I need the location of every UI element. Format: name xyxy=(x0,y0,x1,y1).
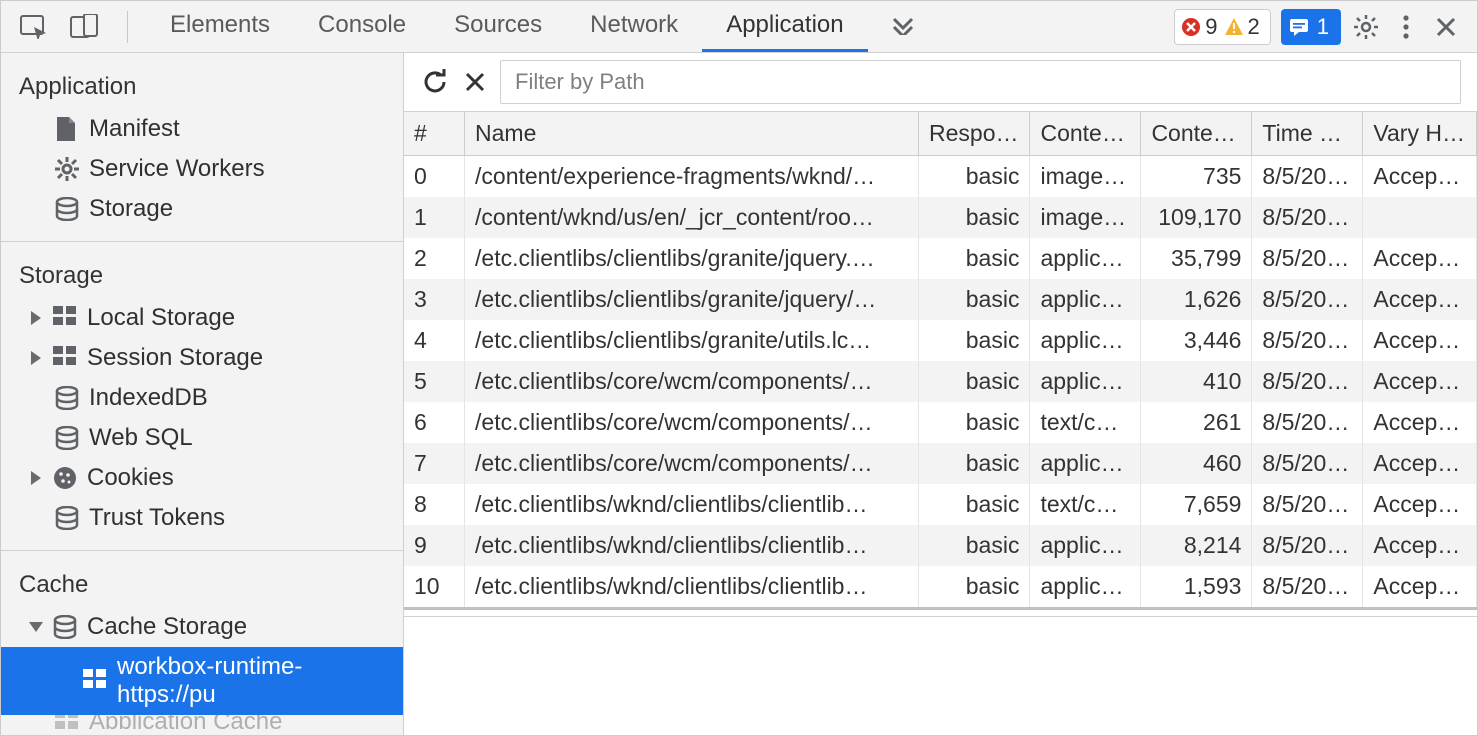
refresh-icon[interactable] xyxy=(420,67,450,97)
close-devtools-icon[interactable] xyxy=(1431,12,1461,42)
tab-network[interactable]: Network xyxy=(566,1,702,52)
message-count: 1 xyxy=(1317,14,1329,40)
sidebar-item-label: Trust Tokens xyxy=(89,504,225,532)
expand-arrow-icon[interactable] xyxy=(31,471,41,485)
devtools-toolbar: Elements Console Sources Network Applica… xyxy=(1,1,1477,53)
collapse-arrow-icon[interactable] xyxy=(29,622,43,632)
application-sidebar: Application Manifest Service Workers Sto… xyxy=(1,53,404,735)
settings-gear-icon[interactable] xyxy=(1351,12,1381,42)
table-row[interactable]: 3/etc.clientlibs/clientlibs/granite/jque… xyxy=(404,279,1477,320)
clear-icon[interactable] xyxy=(460,67,490,97)
sidebar-item-label: Storage xyxy=(89,195,173,223)
table-row[interactable]: 9/etc.clientlibs/wknd/clientlibs/clientl… xyxy=(404,525,1477,566)
database-icon xyxy=(55,386,79,410)
tabs-overflow-icon[interactable] xyxy=(868,1,938,52)
tab-elements[interactable]: Elements xyxy=(146,1,294,52)
tab-application[interactable]: Application xyxy=(702,1,867,52)
table-row[interactable]: 8/etc.clientlibs/wknd/clientlibs/clientl… xyxy=(404,484,1477,525)
sidebar-item-local-storage[interactable]: Local Storage xyxy=(1,298,403,338)
table-resize-bar[interactable] xyxy=(404,607,1477,616)
grid-icon xyxy=(55,715,79,729)
sidebar-item-label: Web SQL xyxy=(89,424,193,452)
sidebar-item-label: Application Cache xyxy=(89,715,282,729)
database-icon xyxy=(55,197,79,221)
table-row[interactable]: 2/etc.clientlibs/clientlibs/granite/jque… xyxy=(404,238,1477,279)
group-application-title: Application xyxy=(1,63,403,109)
file-icon xyxy=(55,117,79,141)
messages-badge[interactable]: 1 xyxy=(1281,9,1341,45)
group-cache-title: Cache xyxy=(1,561,403,607)
sidebar-item-label: Service Workers xyxy=(89,155,265,183)
expand-arrow-icon[interactable] xyxy=(31,311,41,325)
sidebar-item-label: Manifest xyxy=(89,115,180,143)
warning-count: 2 xyxy=(1248,14,1260,40)
col-response-type[interactable]: Respo… xyxy=(919,112,1030,156)
group-storage-title: Storage xyxy=(1,252,403,298)
sidebar-item-label: Session Storage xyxy=(87,344,263,372)
error-count: 9 xyxy=(1205,14,1217,40)
database-icon xyxy=(55,506,79,530)
table-row[interactable]: 7/etc.clientlibs/core/wcm/components/…ba… xyxy=(404,443,1477,484)
error-warning-badge[interactable]: 9 2 xyxy=(1174,9,1271,45)
col-vary-header[interactable]: Vary H… xyxy=(1363,112,1477,156)
col-content-type[interactable]: Conte… xyxy=(1030,112,1141,156)
cookie-icon xyxy=(53,466,77,490)
database-icon xyxy=(55,426,79,450)
sidebar-item-storage[interactable]: Storage xyxy=(1,189,403,229)
sidebar-item-app-cache[interactable]: Application Cache xyxy=(1,715,403,729)
table-row[interactable]: 5/etc.clientlibs/core/wcm/components/…ba… xyxy=(404,361,1477,402)
database-icon xyxy=(53,615,77,639)
tab-sources[interactable]: Sources xyxy=(430,1,566,52)
grid-icon xyxy=(53,346,77,370)
preview-pane xyxy=(404,616,1477,735)
kebab-menu-icon[interactable] xyxy=(1391,12,1421,42)
sidebar-item-cookies[interactable]: Cookies xyxy=(1,458,403,498)
gear-icon xyxy=(55,157,79,181)
sidebar-item-label: Cookies xyxy=(87,464,174,492)
sidebar-item-websql[interactable]: Web SQL xyxy=(1,418,403,458)
grid-icon xyxy=(83,669,107,693)
table-row[interactable]: 4/etc.clientlibs/clientlibs/granite/util… xyxy=(404,320,1477,361)
col-name[interactable]: Name xyxy=(465,112,919,156)
cache-detail-panel: # Name Respo… Conte… Conte… Time … Vary … xyxy=(404,53,1477,735)
col-content-length[interactable]: Conte… xyxy=(1141,112,1252,156)
sidebar-item-manifest[interactable]: Manifest xyxy=(1,109,403,149)
sidebar-item-indexeddb[interactable]: IndexedDB xyxy=(1,378,403,418)
table-row[interactable]: 0/content/experience-fragments/wknd/…bas… xyxy=(404,156,1477,198)
inspect-icon[interactable] xyxy=(19,12,49,42)
col-time-cached[interactable]: Time … xyxy=(1252,112,1363,156)
table-row[interactable]: 1/content/wknd/us/en/_jcr_content/roo…ba… xyxy=(404,197,1477,238)
filter-input[interactable] xyxy=(500,60,1461,104)
table-row[interactable]: 6/etc.clientlibs/core/wcm/components/…ba… xyxy=(404,402,1477,443)
sidebar-item-label: workbox-runtime-https://pu xyxy=(117,653,385,709)
sidebar-item-label: IndexedDB xyxy=(89,384,208,412)
sidebar-item-label: Cache Storage xyxy=(87,613,247,641)
sidebar-item-session-storage[interactable]: Session Storage xyxy=(1,338,403,378)
device-toggle-icon[interactable] xyxy=(69,12,99,42)
table-row[interactable]: 10/etc.clientlibs/wknd/clientlibs/client… xyxy=(404,566,1477,607)
sidebar-item-cache-storage[interactable]: Cache Storage xyxy=(1,607,403,647)
tab-console[interactable]: Console xyxy=(294,1,430,52)
sidebar-item-workbox-cache[interactable]: workbox-runtime-https://pu xyxy=(1,647,403,715)
expand-arrow-icon[interactable] xyxy=(31,351,41,365)
sidebar-item-label: Local Storage xyxy=(87,304,235,332)
grid-icon xyxy=(53,306,77,330)
sidebar-item-service-workers[interactable]: Service Workers xyxy=(1,149,403,189)
panel-tabs: Elements Console Sources Network Applica… xyxy=(146,1,938,52)
col-index[interactable]: # xyxy=(404,112,465,156)
sidebar-item-trust-tokens[interactable]: Trust Tokens xyxy=(1,498,403,538)
cache-entries-table: # Name Respo… Conte… Conte… Time … Vary … xyxy=(404,112,1477,607)
